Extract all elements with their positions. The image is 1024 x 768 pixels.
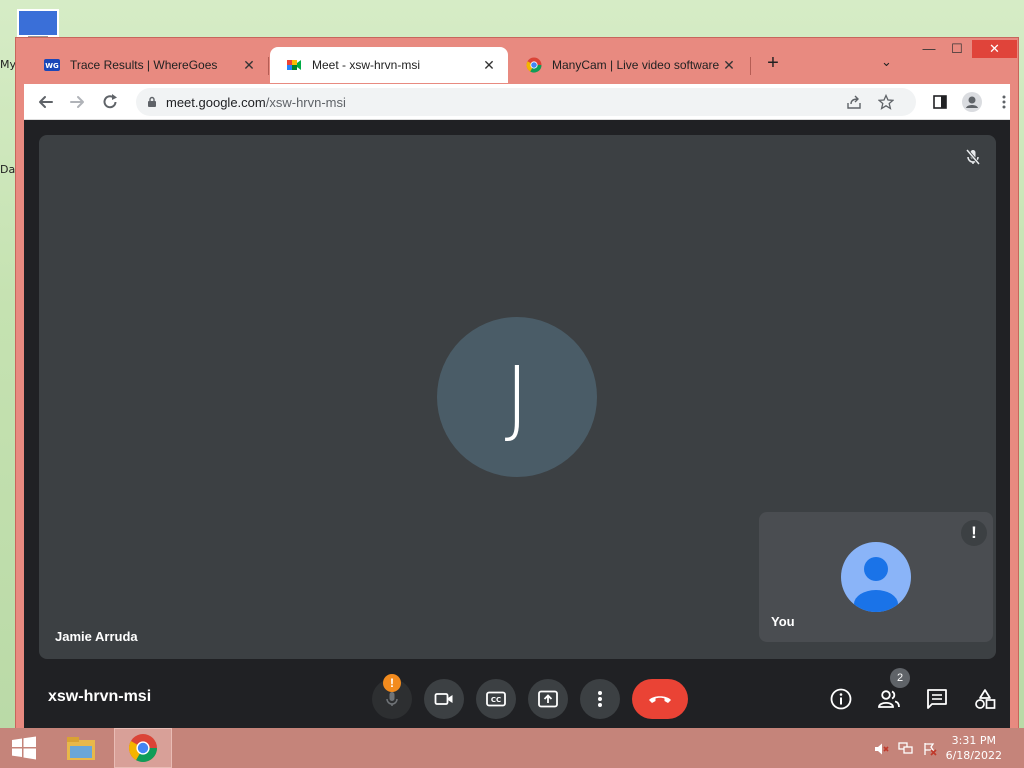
tab-close-icon[interactable]: ✕	[240, 57, 258, 74]
mic-warning-badge: !	[383, 674, 401, 692]
more-vert-icon	[598, 691, 602, 707]
mic-off-icon	[965, 149, 981, 165]
people-button[interactable]	[876, 686, 902, 712]
browser-toolbar: meet.google.com/xsw-hrvn-msi	[24, 84, 1010, 120]
present-screen-icon	[538, 690, 558, 708]
browser-window: WG Trace Results | WhereGoes ✕ Meet - xs…	[15, 37, 1019, 740]
url-path: /xsw-hrvn-msi	[265, 95, 346, 110]
chrome-icon	[526, 57, 542, 73]
url-host: meet.google.com	[166, 95, 266, 110]
info-icon	[830, 688, 852, 710]
tab-separator	[268, 57, 269, 75]
tab-title: Meet - xsw-hrvn-msi	[312, 58, 421, 72]
participant-name: Jamie Arruda	[55, 629, 138, 644]
present-screen-button[interactable]	[528, 679, 568, 719]
windows-logo-icon	[12, 736, 36, 760]
tab-manycam[interactable]: ManyCam | Live video software & ✕	[510, 47, 748, 83]
new-tab-button[interactable]: +	[761, 52, 785, 75]
closed-captions-icon: CC	[486, 691, 506, 707]
main-participant-tile[interactable]: J Jamie Arruda ! You	[39, 135, 996, 659]
tab-title: Trace Results | WhereGoes	[70, 58, 218, 72]
self-view-tile[interactable]: ! You	[759, 512, 993, 642]
action-center-flag-icon[interactable]	[922, 742, 938, 756]
chat-icon	[927, 689, 947, 709]
desktop-label: Da	[0, 163, 16, 176]
address-bar[interactable]: meet.google.com/xsw-hrvn-msi	[136, 88, 916, 116]
chat-button[interactable]	[924, 686, 950, 712]
participant-avatar: J	[437, 317, 597, 477]
meet-page: J Jamie Arruda ! You xsw-hrvn-msi ! CC 2	[24, 120, 1010, 739]
people-count-badge: 2	[890, 668, 910, 688]
taskbar-file-explorer[interactable]	[62, 728, 100, 768]
wheregoes-icon: WG	[44, 59, 60, 71]
more-options-button[interactable]	[580, 679, 620, 719]
captions-button[interactable]: CC	[476, 679, 516, 719]
reload-icon[interactable]	[100, 92, 120, 112]
desktop-label: My	[0, 58, 17, 71]
star-icon[interactable]	[878, 94, 894, 110]
svg-text:CC: CC	[491, 696, 501, 704]
clock-date: 6/18/2022	[945, 749, 1002, 762]
meeting-code: xsw-hrvn-msi	[48, 688, 152, 705]
forward-icon[interactable]	[67, 92, 87, 112]
minimize-button[interactable]: —	[914, 40, 944, 58]
close-window-button[interactable]: ✕	[972, 40, 1017, 58]
share-icon[interactable]	[846, 94, 862, 110]
self-label: You	[771, 614, 795, 629]
kebab-menu-icon[interactable]	[996, 94, 1012, 110]
meeting-details-button[interactable]	[828, 686, 854, 712]
tab-search-button[interactable]: ⌄	[881, 54, 892, 70]
system-clock[interactable]: 3:31 PM 6/18/2022	[946, 733, 1002, 763]
self-avatar	[841, 542, 911, 612]
start-button[interactable]	[6, 728, 42, 768]
hang-up-icon	[649, 696, 671, 703]
folder-icon	[67, 737, 95, 760]
mic-icon	[386, 692, 398, 706]
tab-title: ManyCam | Live video software &	[552, 58, 720, 72]
chrome-icon	[129, 734, 157, 762]
leave-call-button[interactable]	[632, 679, 688, 719]
clock-time: 3:31 PM	[951, 734, 996, 747]
side-panel-icon[interactable]	[932, 94, 948, 110]
network-icon[interactable]	[898, 742, 914, 756]
tab-separator	[750, 57, 751, 75]
video-camera-icon	[434, 693, 453, 705]
taskbar-chrome[interactable]	[114, 728, 172, 768]
svg-text:WG: WG	[45, 62, 59, 70]
camera-button[interactable]	[424, 679, 464, 719]
profile-avatar-icon[interactable]	[962, 92, 982, 112]
tab-strip: WG Trace Results | WhereGoes ✕ Meet - xs…	[16, 38, 1018, 84]
activities-button[interactable]	[972, 686, 998, 712]
volume-muted-icon[interactable]	[874, 742, 890, 756]
google-meet-icon	[287, 60, 301, 70]
self-warning-icon[interactable]: !	[961, 520, 987, 546]
back-icon[interactable]	[36, 92, 56, 112]
taskbar: 3:31 PM 6/18/2022	[0, 728, 1024, 768]
tab-close-icon[interactable]: ✕	[480, 57, 498, 74]
people-icon	[878, 690, 900, 708]
person-icon	[854, 557, 898, 612]
lock-icon[interactable]	[146, 96, 158, 108]
tab-meet[interactable]: Meet - xsw-hrvn-msi ✕	[270, 47, 508, 83]
maximize-button[interactable]: ☐	[942, 40, 972, 58]
tab-close-icon[interactable]: ✕	[720, 57, 738, 74]
tab-wheregoes[interactable]: WG Trace Results | WhereGoes ✕	[28, 47, 268, 83]
url-text: meet.google.com/xsw-hrvn-msi	[166, 95, 346, 110]
activities-shapes-icon	[975, 689, 996, 709]
